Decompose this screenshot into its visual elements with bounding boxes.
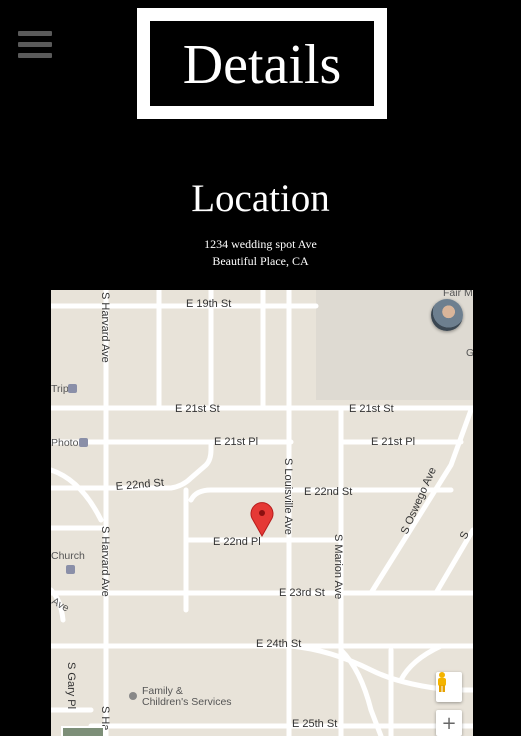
street-label: S Marion Ave — [332, 534, 344, 599]
satellite-toggle[interactable] — [61, 726, 105, 736]
street-label: E 22nd Pl — [213, 536, 261, 548]
address-line-1: 1234 wedding spot Ave — [204, 237, 317, 251]
street-label: E 19th St — [186, 298, 231, 310]
poi-label: Fair M — [443, 290, 473, 299]
page-title: Details — [182, 33, 342, 96]
user-avatar[interactable] — [431, 299, 463, 331]
poi-icon — [129, 692, 137, 700]
map-canvas[interactable]: E 19th St E 21st St E 21st St E 21st Pl … — [51, 290, 473, 736]
street-label: E 21st St — [349, 403, 394, 415]
location-heading: Location — [191, 177, 330, 220]
street-label: E 21st Pl — [371, 436, 415, 448]
street-label: E 21st Pl — [214, 436, 258, 448]
street-label: S Gary Pl — [65, 662, 77, 709]
address: 1234 wedding spot Ave Beautiful Place, C… — [0, 236, 521, 270]
street-label: S Louisville Ave — [282, 458, 294, 535]
hamburger-menu-icon[interactable] — [18, 31, 52, 60]
street-label: E 25th St — [292, 718, 337, 730]
poi-icon — [68, 384, 77, 393]
location-map[interactable]: E 19th St E 21st St E 21st St E 21st Pl … — [51, 290, 473, 736]
zoom-in-button[interactable]: + — [436, 710, 462, 736]
poi-icon — [79, 438, 88, 447]
street-label: E 21st St — [175, 403, 220, 415]
street-label: S Harvard Ave — [99, 292, 111, 363]
poi-label: Trip — [51, 383, 69, 395]
church-icon — [66, 565, 75, 574]
poi-label: Photo — [51, 437, 79, 449]
street-label: S Harvard Ave — [99, 526, 111, 597]
street-label: E 24th St — [256, 638, 301, 650]
page-title-frame: Details — [137, 8, 387, 119]
poi-label: G — [466, 347, 473, 359]
poi-label: Church — [51, 550, 85, 562]
street-label: E 22nd St — [304, 486, 352, 498]
pegman-icon[interactable] — [436, 672, 462, 702]
address-line-2: Beautiful Place, CA — [212, 254, 309, 268]
poi-label: Children's Services — [142, 696, 232, 708]
street-label: E 23rd St — [279, 587, 325, 599]
